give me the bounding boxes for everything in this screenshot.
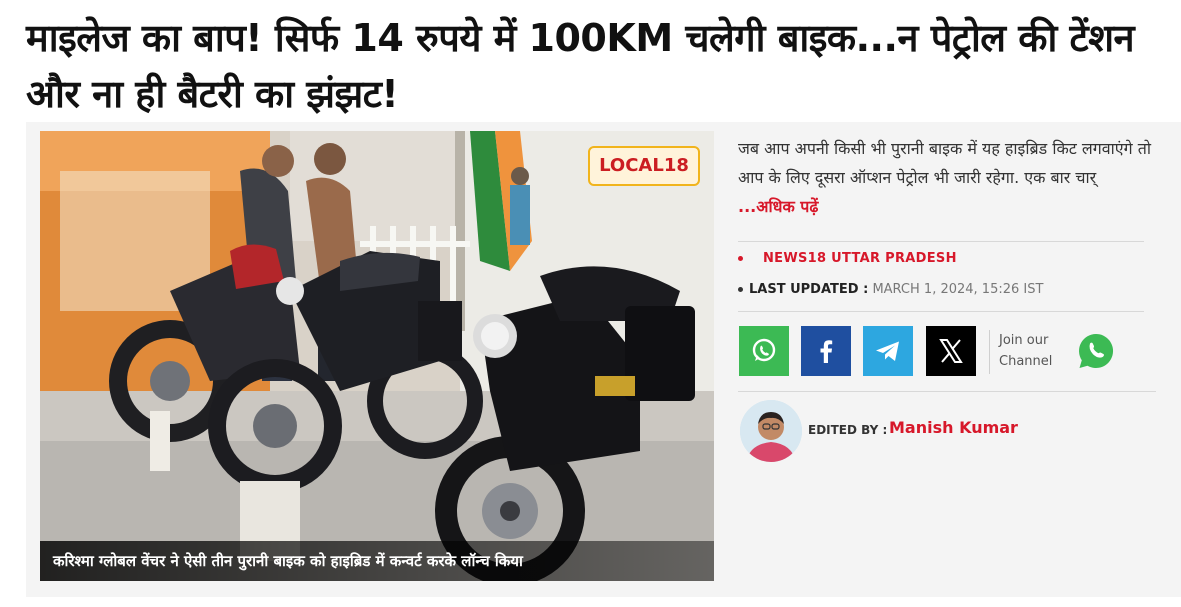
local18-logo-text: LOCAL18 [599,155,689,176]
article-summary: जब आप अपनी किसी भी पुरानी बाइक में यह हा… [738,134,1153,221]
image-caption-text: करिश्मा ग्लोबल वेंचर ने ऐसी तीन पुरानी ब… [53,552,523,570]
bullet-icon [738,256,743,261]
article-image[interactable]: LOCAL18 करिश्मा ग्लोबल वेंचर ने ऐसी तीन … [40,131,714,581]
local18-logo: LOCAL18 [588,146,700,186]
last-updated-label: LAST UPDATED : [749,282,869,297]
bikes-photo [40,131,714,581]
share-whatsapp-button[interactable] [739,326,789,376]
whatsapp-channel-button[interactable] [1077,332,1115,370]
last-updated-value: MARCH 1, 2024, 15:26 IST [872,282,1044,297]
share-x-button[interactable] [926,326,976,376]
x-icon [926,326,976,376]
source-name[interactable]: NEWS18 UTTAR PRADESH [763,251,957,266]
read-more-link[interactable]: ...अधिक पढ़ें [738,197,818,216]
image-caption: करिश्मा ग्लोबल वेंचर ने ऐसी तीन पुरानी ब… [40,541,714,581]
divider [989,330,990,374]
edited-by-label: EDITED BY : [808,423,888,437]
join-line-2: Channel [999,354,1053,369]
author-photo [740,400,802,462]
author-avatar[interactable] [740,400,802,462]
whatsapp-icon [739,326,789,376]
facebook-icon [801,326,851,376]
share-facebook-button[interactable] [801,326,851,376]
divider [738,391,1156,392]
editor-name-link[interactable]: Manish Kumar [889,418,1018,437]
divider [738,241,1144,242]
join-line-1: Join our [999,333,1049,348]
source-row: NEWS18 UTTAR PRADESH [738,251,957,266]
join-channel-text[interactable]: Join our Channel [999,330,1052,372]
last-updated-row: LAST UPDATED : MARCH 1, 2024, 15:26 IST [738,282,1043,297]
article-headline: माइलेज का बाप! सिर्फ 14 रुपये में 100KM … [26,16,1135,116]
telegram-icon [863,326,913,376]
divider [738,311,1144,312]
share-telegram-button[interactable] [863,326,913,376]
whatsapp-icon [1079,333,1114,368]
summary-text: जब आप अपनी किसी भी पुरानी बाइक में यह हा… [738,139,1152,187]
bullet-icon [738,287,743,292]
